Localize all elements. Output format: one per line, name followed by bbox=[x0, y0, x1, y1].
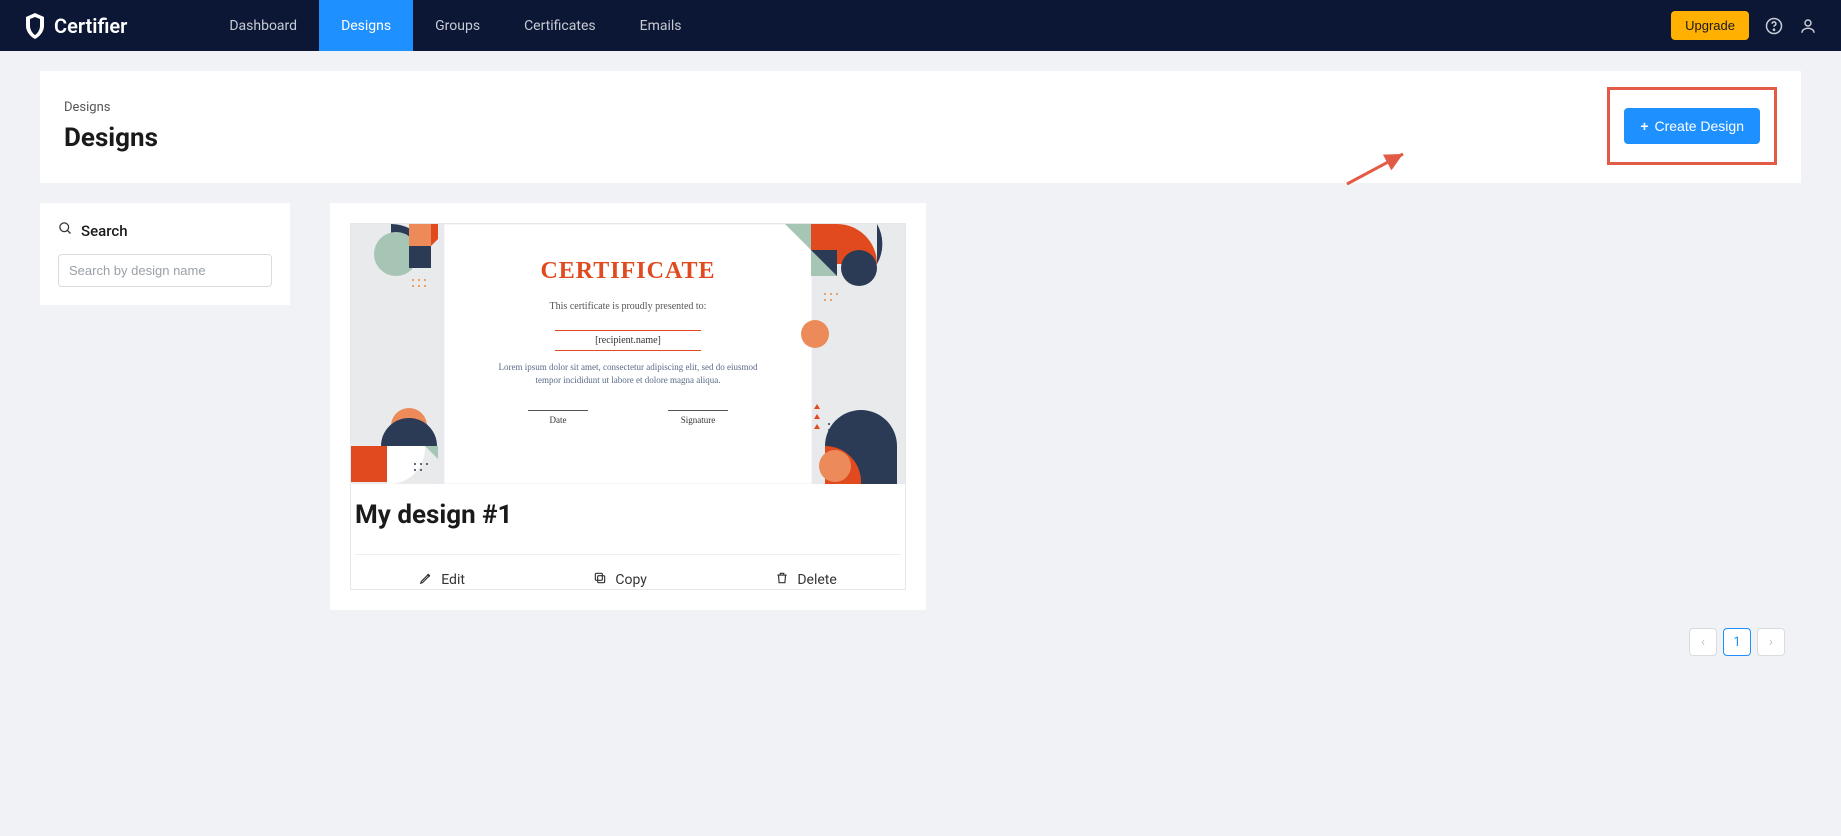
nav-groups-label: Groups bbox=[435, 18, 480, 34]
certificate-subheading: This certificate is proudly presented to… bbox=[550, 301, 707, 312]
topbar: Certifier Dashboard Designs Groups Certi… bbox=[0, 0, 1841, 51]
nav-emails[interactable]: Emails bbox=[618, 0, 704, 51]
brand-name: Certifier bbox=[54, 14, 127, 38]
topbar-right: Upgrade bbox=[1671, 11, 1817, 40]
nav-certificates-label: Certificates bbox=[524, 18, 596, 34]
copy-icon bbox=[593, 571, 607, 589]
design-actions: Edit Copy Delete bbox=[355, 554, 901, 589]
create-design-label: Create Design bbox=[1655, 118, 1745, 134]
search-input[interactable] bbox=[58, 254, 272, 287]
breadcrumb: Designs bbox=[64, 100, 158, 115]
main-content: Search bbox=[40, 203, 1801, 610]
brand-logo[interactable]: Certifier bbox=[24, 13, 127, 39]
page-title: Designs bbox=[64, 123, 158, 153]
chevron-left-icon: ‹ bbox=[1701, 635, 1705, 650]
edit-label: Edit bbox=[441, 572, 465, 588]
plus-icon: + bbox=[1640, 118, 1648, 134]
pagination-page-1[interactable]: 1 bbox=[1723, 628, 1751, 656]
delete-button[interactable]: Delete bbox=[775, 571, 836, 589]
nav-groups[interactable]: Groups bbox=[413, 0, 502, 51]
nav-dashboard-label: Dashboard bbox=[229, 18, 297, 34]
copy-button[interactable]: Copy bbox=[593, 571, 647, 589]
help-icon[interactable] bbox=[1765, 17, 1783, 35]
search-icon bbox=[58, 221, 73, 240]
search-title: Search bbox=[58, 221, 272, 240]
search-panel: Search bbox=[40, 203, 290, 305]
pagination-next[interactable]: › bbox=[1757, 628, 1785, 656]
nav-designs-label: Designs bbox=[341, 18, 391, 34]
nav-designs[interactable]: Designs bbox=[319, 0, 413, 51]
main-nav: Dashboard Designs Groups Certificates Em… bbox=[207, 0, 703, 51]
design-name: My design #1 bbox=[355, 484, 901, 554]
create-design-highlight: + Create Design bbox=[1607, 87, 1777, 165]
upgrade-button[interactable]: Upgrade bbox=[1671, 11, 1749, 40]
design-card[interactable]: CERTIFICATE This certificate is proudly … bbox=[350, 223, 906, 590]
pagination: ‹ 1 › bbox=[1689, 628, 1785, 656]
certificate-signature-label: Signature bbox=[668, 410, 728, 425]
certificate-body: Lorem ipsum dolor sit amet, consectetur … bbox=[498, 361, 758, 386]
page-header-panel: Designs Designs + Create Design bbox=[40, 71, 1801, 183]
edit-button[interactable]: Edit bbox=[419, 571, 465, 589]
chevron-right-icon: › bbox=[1769, 635, 1773, 650]
upgrade-button-label: Upgrade bbox=[1685, 18, 1735, 33]
design-thumbnail: CERTIFICATE This certificate is proudly … bbox=[351, 224, 905, 484]
annotation-arrow bbox=[1343, 148, 1361, 188]
certificate-preview: CERTIFICATE This certificate is proudly … bbox=[438, 224, 818, 484]
copy-label: Copy bbox=[615, 572, 647, 588]
certificate-signatures: Date Signature bbox=[528, 410, 728, 425]
pagination-current-label: 1 bbox=[1733, 635, 1740, 650]
user-icon[interactable] bbox=[1799, 17, 1817, 35]
nav-certificates[interactable]: Certificates bbox=[502, 0, 618, 51]
pencil-icon bbox=[419, 571, 433, 589]
pagination-prev[interactable]: ‹ bbox=[1689, 628, 1717, 656]
trash-icon bbox=[775, 571, 789, 589]
certificate-date-label: Date bbox=[528, 410, 588, 425]
designs-grid: CERTIFICATE This certificate is proudly … bbox=[330, 203, 926, 610]
decoration-bottom-right bbox=[785, 394, 905, 484]
delete-label: Delete bbox=[797, 572, 836, 588]
certificate-recipient: [recipient.name] bbox=[555, 330, 701, 351]
nav-emails-label: Emails bbox=[640, 18, 682, 34]
create-design-button[interactable]: + Create Design bbox=[1624, 108, 1760, 144]
page-header-left: Designs Designs bbox=[64, 100, 158, 153]
nav-dashboard[interactable]: Dashboard bbox=[207, 0, 319, 51]
search-title-label: Search bbox=[81, 222, 128, 240]
decoration-top-right bbox=[785, 224, 905, 364]
certifier-badge-icon bbox=[24, 13, 46, 39]
certificate-heading: CERTIFICATE bbox=[540, 258, 715, 285]
